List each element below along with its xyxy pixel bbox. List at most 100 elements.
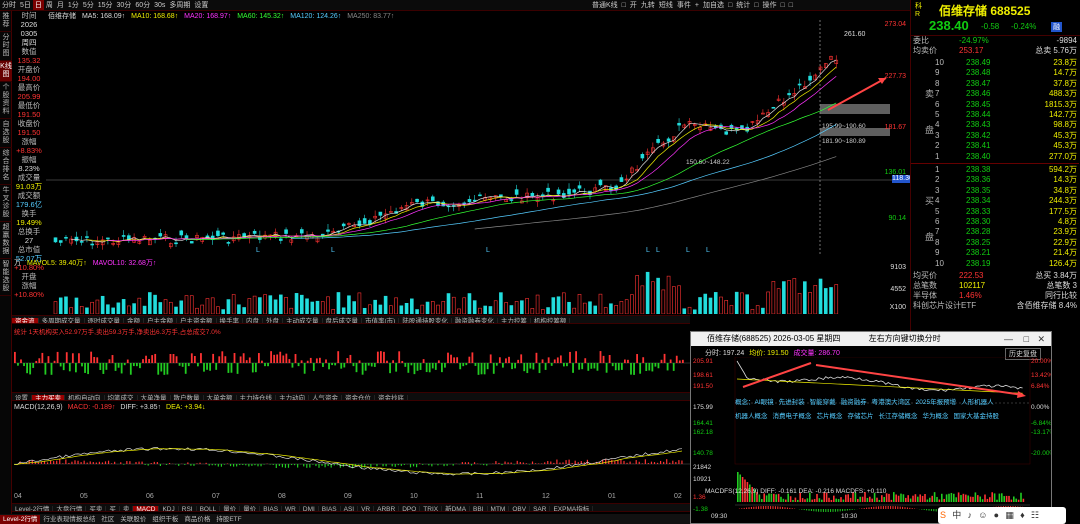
left-tab[interactable]: 个股资料 [0, 82, 12, 119]
period-tab[interactable]: 30s [152, 0, 167, 10]
period-tab[interactable]: 月 [55, 0, 66, 10]
indicator-tab[interactable]: 机构控筹额 [531, 318, 571, 323]
menu-icon[interactable]: ☷ [1029, 507, 1041, 524]
intraday-popup[interactable]: 佰维存储(688525) 2026-03-05 星期四 左右方向键切换分时 — … [690, 331, 1052, 524]
indicator-selector-item[interactable]: 量价 [220, 506, 241, 511]
buy-level[interactable]: 4 238.34 244.3万 [911, 196, 1079, 206]
keyboard-icon[interactable]: ▦ [1003, 507, 1016, 524]
concept-tag[interactable]: 消费电子概念 [773, 413, 812, 420]
indicator-selector-item[interactable]: SAR [530, 506, 551, 511]
sell-level[interactable]: 9 238.48 14.7万 [911, 68, 1079, 78]
sell-level[interactable]: 6 238.45 1815.3万 [911, 100, 1079, 110]
indicator-tab[interactable]: 资金仓位 [342, 395, 375, 400]
status-item[interactable]: 社区 [98, 515, 117, 524]
toolbar-item[interactable]: 普通K线 [590, 0, 620, 10]
indicator-selector-item[interactable]: Level-2行情 [12, 506, 54, 511]
sogou-icon[interactable]: S [938, 507, 948, 524]
buy-level[interactable]: 2 238.36 14.3万 [911, 175, 1079, 185]
sell-level[interactable]: 4 238.43 98.8万 [911, 120, 1079, 130]
sell-level[interactable]: 1 238.40 277.0万 [911, 152, 1079, 162]
indicator-selector-item[interactable]: DMI [300, 506, 319, 511]
punctuation-icon[interactable]: ♪ [966, 507, 975, 524]
close-icon[interactable]: ✕ [1037, 332, 1045, 346]
period-tab[interactable]: 周 [44, 0, 55, 10]
indicator-selector-item[interactable]: EXPMA指标 [550, 506, 594, 511]
indicator-tab[interactable]: 金额 [124, 318, 144, 323]
buy-level[interactable]: 10 238.19 126.4万 [911, 259, 1079, 269]
buy-level[interactable]: 7 238.28 23.9万 [911, 227, 1079, 237]
indicator-tab[interactable]: 盘后成交量 [323, 318, 362, 323]
left-tab[interactable]: K线图 [0, 61, 12, 82]
toolbar-item[interactable]: 操作 [760, 0, 778, 10]
indicator-tab[interactable]: 人气资金 [309, 395, 342, 400]
indicator-tab[interactable]: 散户数量 [171, 395, 204, 400]
indicator-selector-item[interactable]: MTM [488, 506, 510, 511]
indicator-selector-item[interactable]: OBV [509, 506, 531, 511]
sell-level[interactable]: 3 238.42 45.3万 [911, 131, 1079, 141]
indicator-selector-item[interactable]: BIAS [260, 506, 283, 511]
left-tab[interactable]: 综合排名 [0, 148, 12, 185]
toolbar-item[interactable]: □ [787, 0, 795, 10]
indicator-tab[interactable]: 均笔成交 [105, 395, 138, 400]
level2-status[interactable]: Level-2行情 [0, 515, 41, 524]
sell-level[interactable]: 2 238.41 45.3万 [911, 141, 1079, 151]
concept-tag[interactable]: 华为概念 [923, 413, 949, 420]
indicator-selector-item[interactable]: 买卖 [86, 506, 107, 511]
indicator-selector-item[interactable]: ASI [341, 506, 359, 511]
indicator-tab[interactable]: 主力买卖 [32, 395, 65, 400]
indicator-selector-item[interactable]: KDJ [159, 506, 179, 511]
indicator-tab[interactable]: 融资融券变化 [452, 318, 498, 323]
buy-level[interactable]: 6 238.30 4.8万 [911, 217, 1079, 227]
concept-tag[interactable]: 长江存储概念 [879, 413, 918, 420]
toolbar-item[interactable]: 九转 [639, 0, 657, 10]
period-tab[interactable]: 30分 [115, 0, 134, 10]
indicator-selector-item[interactable]: 买 [106, 506, 120, 511]
concept-tag[interactable]: 概念：AI眼镜 [735, 399, 774, 406]
concept-tag[interactable]: 先进封装 [779, 399, 805, 406]
status-item[interactable]: 关联股价 [117, 515, 149, 524]
indicator-selector-item[interactable]: RSI [179, 506, 197, 511]
toolbar-item[interactable]: □ [752, 0, 760, 10]
maximize-icon[interactable]: □ [1024, 332, 1029, 346]
status-item[interactable]: 组织干板 [149, 515, 181, 524]
indicator-tab[interactable]: 户主金额 [144, 318, 177, 323]
indicator-selector-item[interactable]: 卖 [120, 506, 134, 511]
indicator-selector-item[interactable]: BIAS [319, 506, 341, 511]
indicator-selector-item[interactable]: VR [358, 506, 375, 511]
sell-level[interactable]: 5 238.44 142.7万 [911, 110, 1079, 120]
period-tab[interactable]: 日 [32, 0, 44, 10]
left-tab[interactable]: 超赢数据 [0, 222, 12, 259]
indicator-tab[interactable]: 资金抄底 [375, 395, 408, 400]
status-item[interactable]: 行业表现情报总结 [40, 515, 98, 524]
sell-level[interactable]: 10 238.49 23.8万 [911, 58, 1079, 68]
concept-tag[interactable]: 存储芯片 [848, 413, 874, 420]
concept-tag[interactable]: 机器人概念 [735, 413, 768, 420]
period-tab[interactable]: 15分 [96, 0, 115, 10]
indicator-tab[interactable]: 主力持仓线 [237, 395, 276, 400]
period-tab[interactable]: 设置 [192, 0, 210, 10]
skin-icon[interactable]: ♦ [1018, 507, 1027, 524]
left-tab[interactable]: 分时图 [0, 32, 12, 61]
toolbar-item[interactable]: □ [726, 0, 734, 10]
buy-level[interactable]: 8 238.25 22.9万 [911, 238, 1079, 248]
concept-tag[interactable]: 人形机器人 [961, 399, 994, 406]
indicator-selector-item[interactable]: 量价 [240, 506, 261, 511]
indicator-tab[interactable]: 内盘 [243, 318, 263, 323]
indicator-tab[interactable]: 市值率(市) [362, 318, 400, 323]
emoji-icon[interactable]: ☺ [976, 507, 989, 524]
indicator-selector-item[interactable]: DPO [399, 506, 421, 511]
concept-tag[interactable]: 国家大基金持股 [954, 413, 1000, 420]
chinese-input-icon[interactable]: 中 [950, 507, 963, 524]
indicator-selector-item[interactable]: BOLL [197, 506, 221, 511]
buy-level[interactable]: 5 238.33 177.5万 [911, 207, 1079, 217]
status-item[interactable]: 商品价格 [181, 515, 213, 524]
left-tab[interactable]: 推荐 [0, 11, 12, 32]
concept-tag[interactable]: 智能穿戴 [810, 399, 836, 406]
buy-level[interactable]: 3 238.35 34.8万 [911, 186, 1079, 196]
concept-tag[interactable]: 2025年报预增 [916, 399, 956, 406]
left-tab[interactable]: 智能选股 [0, 259, 12, 296]
toolbar-item[interactable]: 统计 [734, 0, 752, 10]
toolbar-item[interactable]: 短线 [657, 0, 675, 10]
indicator-tab[interactable]: 主力动向 [276, 395, 309, 400]
period-tab[interactable]: 60分 [133, 0, 152, 10]
